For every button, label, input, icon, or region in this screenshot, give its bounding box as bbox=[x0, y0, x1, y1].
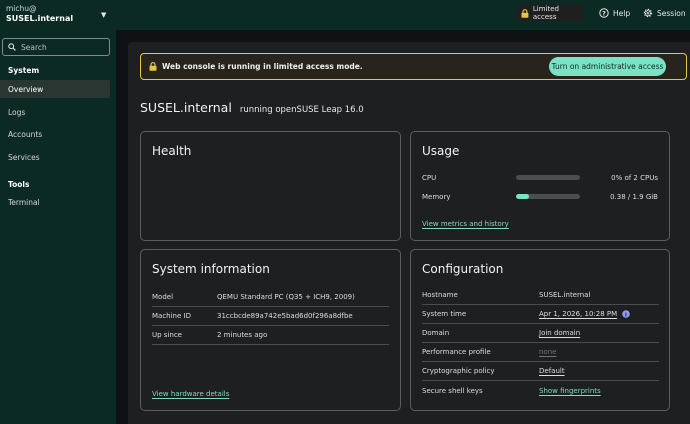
health-title: Health bbox=[152, 144, 192, 158]
usage-card: Usage CPU 0% of 2 CPUs Memory 0.38 / 1.9… bbox=[410, 131, 670, 241]
caret-down-icon: ▼ bbox=[101, 11, 107, 19]
help-icon: ? bbox=[599, 8, 609, 18]
sidebar-item-services[interactable]: Services bbox=[0, 148, 110, 166]
crypto-policy-link[interactable]: Default bbox=[539, 367, 565, 375]
row-label: Hostname bbox=[422, 291, 458, 299]
svg-text:i: i bbox=[625, 312, 627, 318]
config-row-crypto-policy: Cryptographic policy Default bbox=[422, 362, 659, 381]
alert-message: Web console is running in limited access… bbox=[162, 62, 363, 71]
page-title-host: SUSEL.internal bbox=[140, 100, 232, 115]
session-button[interactable]: Session bbox=[643, 5, 686, 21]
view-metrics-link[interactable]: View metrics and history bbox=[422, 220, 509, 228]
system-time-link[interactable]: Apr 1, 2026, 10:28 PM bbox=[539, 310, 617, 318]
sysinfo-row-model: Model QEMU Standard PC (Q35 + ICH9, 2009… bbox=[152, 288, 389, 307]
sysinfo-row-up-since: Up since 2 minutes ago bbox=[152, 326, 389, 345]
info-icon[interactable]: i bbox=[622, 310, 630, 318]
memory-value: 0.38 / 1.9 GiB bbox=[610, 193, 658, 201]
system-info-card: System information Model QEMU Standard P… bbox=[140, 249, 401, 411]
row-label: Up since bbox=[152, 331, 182, 339]
page-title: SUSEL.internal running openSUSE Leap 16.… bbox=[140, 100, 364, 115]
config-row-hostname: Hostname SUSEL.internal bbox=[422, 286, 659, 305]
help-button[interactable]: ? Help bbox=[599, 5, 630, 21]
lock-icon bbox=[149, 62, 157, 71]
cpu-label: CPU bbox=[422, 174, 437, 182]
row-label: Model bbox=[152, 293, 174, 301]
sidebar-item-accounts[interactable]: Accounts bbox=[0, 125, 110, 143]
config-row-system-time: System time Apr 1, 2026, 10:28 PM i bbox=[422, 305, 659, 324]
help-label: Help bbox=[613, 8, 631, 18]
row-label: Machine ID bbox=[152, 312, 191, 320]
admin-access-button[interactable]: Turn on administrative access bbox=[549, 57, 666, 76]
join-domain-link[interactable]: Join domain bbox=[539, 329, 580, 337]
performance-profile-link[interactable]: none bbox=[539, 348, 556, 356]
host-user: michu@ bbox=[6, 4, 37, 13]
nav-section-tools: Tools bbox=[8, 180, 30, 189]
show-fingerprints-link[interactable]: Show fingerprints bbox=[539, 387, 601, 395]
row-label: Cryptographic policy bbox=[422, 367, 495, 375]
row-value: SUSEL.internal bbox=[539, 291, 591, 299]
nav-section-system: System bbox=[8, 66, 40, 75]
usage-title: Usage bbox=[422, 144, 460, 158]
system-info-title: System information bbox=[152, 262, 270, 276]
search-input[interactable] bbox=[21, 42, 106, 52]
row-value: 31ccbcde89a742e5bad6d0f296a8dfbe bbox=[217, 312, 353, 320]
configuration-card: Configuration Hostname SUSEL.internal Sy… bbox=[410, 249, 670, 411]
cpu-usage-bar bbox=[516, 175, 580, 180]
row-value: 2 minutes ago bbox=[217, 331, 268, 339]
search-icon bbox=[8, 43, 16, 51]
memory-usage-bar bbox=[516, 194, 580, 199]
search-box[interactable] bbox=[2, 38, 110, 56]
gear-icon bbox=[643, 8, 653, 18]
session-label: Session bbox=[657, 8, 686, 18]
limited-access-label: Limited access bbox=[532, 5, 559, 21]
config-row-performance-profile: Performance profile none bbox=[422, 343, 659, 362]
sidebar: System Overview Logs Accounts Services T… bbox=[0, 30, 116, 424]
cpu-value: 0% of 2 CPUs bbox=[611, 174, 658, 182]
sidebar-item-terminal[interactable]: Terminal bbox=[0, 193, 110, 211]
config-row-ssh-keys: Secure shell keys Show fingerprints bbox=[422, 381, 659, 400]
host-switcher[interactable]: michu@ SUSEL.internal ▼ bbox=[0, 0, 116, 30]
page-title-os: running openSUSE Leap 16.0 bbox=[239, 105, 364, 115]
memory-label: Memory bbox=[422, 193, 451, 201]
row-label: System time bbox=[422, 310, 467, 318]
limited-access-button[interactable]: Limited access bbox=[516, 5, 584, 21]
sysinfo-row-machine-id: Machine ID 31ccbcde89a742e5bad6d0f296a8d… bbox=[152, 307, 389, 326]
row-label: Domain bbox=[422, 329, 450, 337]
config-row-domain: Domain Join domain bbox=[422, 324, 659, 343]
row-label: Secure shell keys bbox=[422, 386, 483, 395]
host-name: SUSEL.internal bbox=[6, 14, 74, 23]
view-hardware-link[interactable]: View hardware details bbox=[152, 390, 229, 398]
sidebar-item-overview[interactable]: Overview bbox=[0, 80, 110, 98]
configuration-title: Configuration bbox=[422, 262, 504, 276]
lock-icon bbox=[521, 8, 529, 18]
sidebar-item-logs[interactable]: Logs bbox=[0, 103, 110, 121]
row-value: QEMU Standard PC (Q35 + ICH9, 2009) bbox=[217, 293, 355, 301]
row-label: Performance profile bbox=[422, 348, 491, 356]
health-card: Health bbox=[140, 131, 401, 241]
memory-usage-fill bbox=[516, 194, 529, 199]
svg-text:?: ? bbox=[602, 9, 606, 17]
